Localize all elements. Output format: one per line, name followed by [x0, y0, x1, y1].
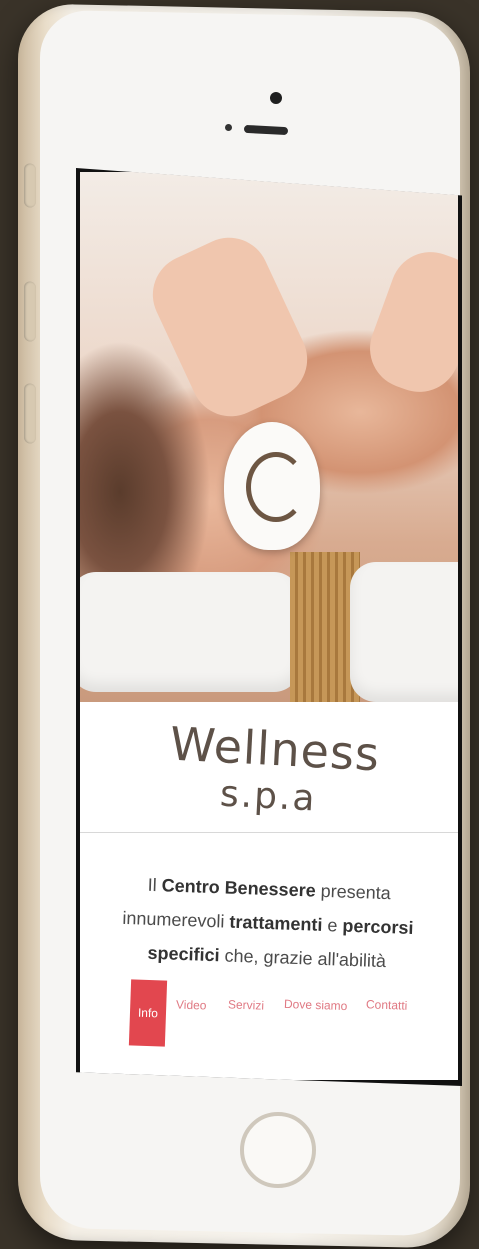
towel-right: [350, 562, 458, 702]
app-view: Wellness s.p.a Il Centro Benessere prese…: [80, 172, 458, 1080]
tab-info[interactable]: Info: [128, 979, 168, 1047]
intro-text: che, grazie all'abilità: [219, 945, 387, 972]
spa-logo-icon: [224, 422, 320, 550]
volume-up-button: [24, 281, 36, 342]
hand-left: [139, 224, 321, 430]
front-camera-icon: [270, 92, 282, 104]
brand-header: Wellness s.p.a: [80, 702, 458, 833]
sensor-icon: [225, 124, 232, 131]
brand-name: Wellness: [168, 716, 382, 782]
mute-switch: [24, 163, 36, 208]
intro-text: Il: [147, 874, 163, 896]
tab-dove-siamo[interactable]: Dove siamo: [284, 997, 348, 1013]
volume-down-button: [24, 383, 36, 444]
tab-servizi[interactable]: Servizi: [228, 997, 264, 1012]
intro-paragraph: Il Centro Benessere presenta innumerevol…: [106, 866, 429, 979]
hand-right: [358, 240, 458, 404]
tab-video[interactable]: Video: [176, 997, 207, 1012]
home-button[interactable]: [240, 1112, 316, 1188]
brand-suffix: s.p.a: [218, 773, 318, 820]
bottom-tab-bar: Info Video Servizi Dove siamo Contatti: [80, 979, 458, 1050]
tab-contatti[interactable]: Contatti: [366, 997, 408, 1012]
towel-left: [80, 572, 300, 692]
intro-bold: Centro Benessere: [161, 875, 317, 901]
hero-massage-image: [80, 172, 458, 702]
intro-bold: trattamenti: [229, 911, 323, 935]
phone-screen: Wellness s.p.a Il Centro Benessere prese…: [76, 168, 462, 1086]
intro-text: e: [322, 914, 343, 936]
